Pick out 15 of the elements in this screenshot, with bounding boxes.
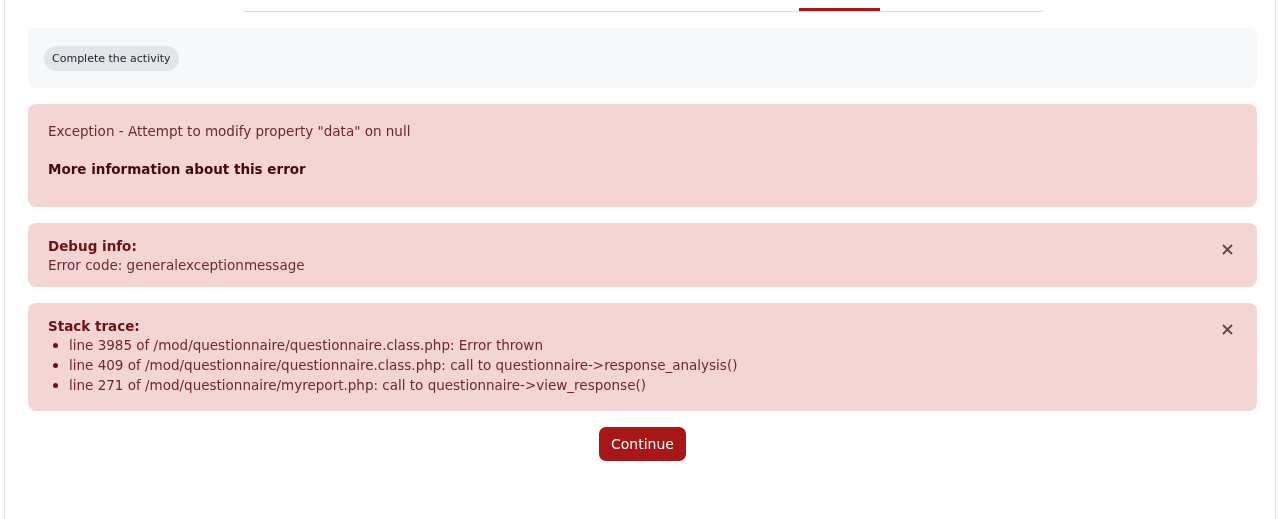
stack-trace-title: Stack trace: [48, 318, 141, 334]
error-message: Exception - Attempt to modify property "data" on null [48, 123, 412, 139]
stack-trace-line: line 409 of /mod/questionnaire/questionnaire.class.php: call to questionnaire->response_analysis() [69, 357, 738, 373]
bullet-icon [53, 382, 58, 388]
close-icon [1222, 324, 1233, 335]
completion-badge: Complete the activity [44, 45, 179, 71]
bullet-icon [53, 342, 58, 348]
continue-button[interactable]: Continue [599, 427, 686, 461]
bullet-icon [53, 362, 58, 368]
more-info-heading: More information about this error [48, 161, 307, 177]
debug-text: Error code: generalexceptionmessage [48, 257, 305, 273]
close-icon [1222, 244, 1233, 255]
stack-trace-line: line 271 of /mod/questionnaire/myreport.php: call to questionnaire->view_response() [69, 377, 646, 393]
stack-trace-line: line 3985 of /mod/questionnaire/questionnaire.class.php: Error thrown [69, 337, 543, 353]
debug-title: Debug info: [48, 238, 138, 254]
